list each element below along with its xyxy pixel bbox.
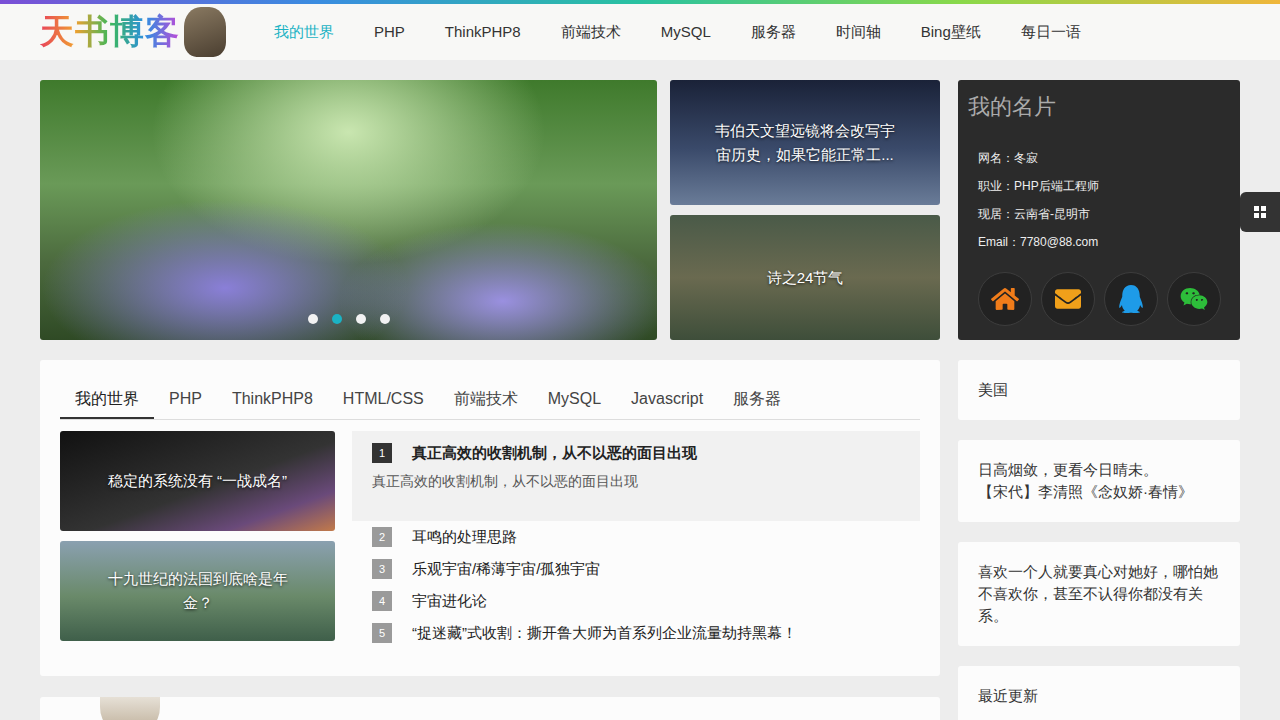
- nav-item[interactable]: MySQL: [641, 4, 731, 60]
- profile-line: Email：7780@88.com: [968, 228, 1230, 256]
- category-card[interactable]: 稳定的系统没有 “一战成名”: [60, 431, 335, 531]
- home-icon: [991, 285, 1019, 313]
- social-link[interactable]: [978, 272, 1032, 326]
- rank-badge: 5: [372, 623, 392, 643]
- article-item[interactable]: 2 耳鸣的处理思路: [352, 521, 920, 553]
- category-card[interactable]: 十九世纪的法国到底啥是年金？: [60, 541, 335, 641]
- logo[interactable]: 天书博客: [40, 7, 254, 57]
- sidebar-text: 最近更新: [978, 685, 1220, 707]
- slider-dot[interactable]: [308, 314, 318, 324]
- menu-button[interactable]: [1240, 192, 1280, 232]
- wechat-icon: [1180, 285, 1208, 313]
- rank-badge: 3: [372, 559, 392, 579]
- grid-icon: [1254, 206, 1266, 218]
- category-panel: 我的世界PHPThinkPHP8HTML/CSS前端技术MySQLJavascr…: [40, 360, 940, 676]
- rank-badge: 2: [372, 527, 392, 547]
- article-title: 乐观宇宙/稀薄宇宙/孤独宇宙: [412, 560, 600, 579]
- header: 天书博客 我的世界PHPThinkPHP8前端技术MySQL服务器时间轴Bing壁…: [0, 0, 1280, 60]
- category-tab[interactable]: 前端技术: [439, 380, 533, 419]
- article-panel: [40, 697, 940, 720]
- profile-line: 现居：云南省-昆明市: [968, 200, 1230, 228]
- featured-card[interactable]: 韦伯天文望远镜将会改写宇宙历史，如果它能正常工...: [670, 80, 940, 205]
- sidebar-text: 喜欢一个人就要真心对她好，哪怕她不喜欢你，甚至不认得你都没有关系。: [978, 561, 1220, 627]
- sidebar-card: 美国: [958, 360, 1240, 420]
- rank-badge: 1: [372, 443, 392, 463]
- category-tab[interactable]: 服务器: [718, 380, 796, 419]
- slider[interactable]: [40, 80, 657, 340]
- sidebar-card: 日高烟敛，更看今日晴未。【宋代】李清照《念奴娇·春情》: [958, 440, 1240, 522]
- profile-title: 我的名片: [968, 92, 1230, 122]
- category-tab[interactable]: PHP: [154, 380, 217, 419]
- mail-icon: [1055, 286, 1081, 312]
- avatar-image: [100, 697, 160, 720]
- mascot-image: [184, 7, 226, 57]
- article-title: 耳鸣的处理思路: [412, 528, 517, 547]
- slider-dot[interactable]: [356, 314, 366, 324]
- sidebar-card: 最近更新: [958, 666, 1240, 720]
- nav-item[interactable]: ThinkPHP8: [425, 4, 541, 60]
- sidebar-text: 日高烟敛，更看今日晴未。: [978, 459, 1220, 481]
- social-link[interactable]: [1041, 272, 1095, 326]
- profile-line: 网名：冬寂: [968, 144, 1230, 172]
- article-item[interactable]: 3 乐观宇宙/稀薄宇宙/孤独宇宙: [352, 553, 920, 585]
- article-item[interactable]: 1真正高效的收割机制，从不以恶的面目出现真正高效的收割机制，从不以恶的面目出现: [352, 431, 920, 521]
- article-title: 真正高效的收割机制，从不以恶的面目出现: [412, 444, 697, 463]
- slider-dots: [40, 314, 657, 324]
- nav-item[interactable]: 我的世界: [254, 4, 354, 60]
- category-tabs: 我的世界PHPThinkPHP8HTML/CSS前端技术MySQLJavascr…: [60, 380, 920, 420]
- nav-item[interactable]: 时间轴: [816, 4, 901, 60]
- category-tab[interactable]: MySQL: [533, 380, 616, 419]
- rank-badge: 4: [372, 591, 392, 611]
- social-link[interactable]: [1167, 272, 1221, 326]
- nav-item[interactable]: 前端技术: [541, 4, 641, 60]
- article-list: 1真正高效的收割机制，从不以恶的面目出现真正高效的收割机制，从不以恶的面目出现2…: [352, 431, 920, 649]
- nav-item[interactable]: 服务器: [731, 4, 816, 60]
- article-title: 宇宙进化论: [412, 592, 487, 611]
- slider-dot[interactable]: [332, 314, 342, 324]
- profile-line: 职业：PHP后端工程师: [968, 172, 1230, 200]
- profile-card: 我的名片网名：冬寂职业：PHP后端工程师现居：云南省-昆明市Email：7780…: [958, 80, 1240, 340]
- main-nav: 我的世界PHPThinkPHP8前端技术MySQL服务器时间轴Bing壁纸每日一…: [254, 4, 1101, 60]
- article-item[interactable]: 4 宇宙进化论: [352, 585, 920, 617]
- article-title: “捉迷藏”式收割：撕开鲁大师为首系列企业流量劫持黑幕！: [412, 624, 797, 643]
- logo-text: 天书博客: [40, 9, 180, 55]
- category-tab[interactable]: ThinkPHP8: [217, 380, 328, 419]
- nav-item[interactable]: PHP: [354, 4, 425, 60]
- category-tab[interactable]: HTML/CSS: [328, 380, 439, 419]
- category-tab[interactable]: 我的世界: [60, 380, 154, 419]
- slider-dot[interactable]: [380, 314, 390, 324]
- nav-item[interactable]: 每日一语: [1001, 4, 1101, 60]
- sidebar-text: 美国: [978, 379, 1220, 401]
- sidebar-text: 【宋代】李清照《念奴娇·春情》: [978, 481, 1220, 503]
- qq-icon: [1117, 285, 1145, 313]
- article-summary: 真正高效的收割机制，从不以恶的面目出现: [372, 473, 900, 491]
- article-item[interactable]: 5 “捉迷藏”式收割：撕开鲁大师为首系列企业流量劫持黑幕！: [352, 617, 920, 649]
- nav-item[interactable]: Bing壁纸: [901, 4, 1001, 60]
- featured-card[interactable]: 诗之24节气: [670, 215, 940, 340]
- social-link[interactable]: [1104, 272, 1158, 326]
- category-tab[interactable]: Javascript: [616, 380, 718, 419]
- sidebar-card: 喜欢一个人就要真心对她好，哪怕她不喜欢你，甚至不认得你都没有关系。: [958, 542, 1240, 646]
